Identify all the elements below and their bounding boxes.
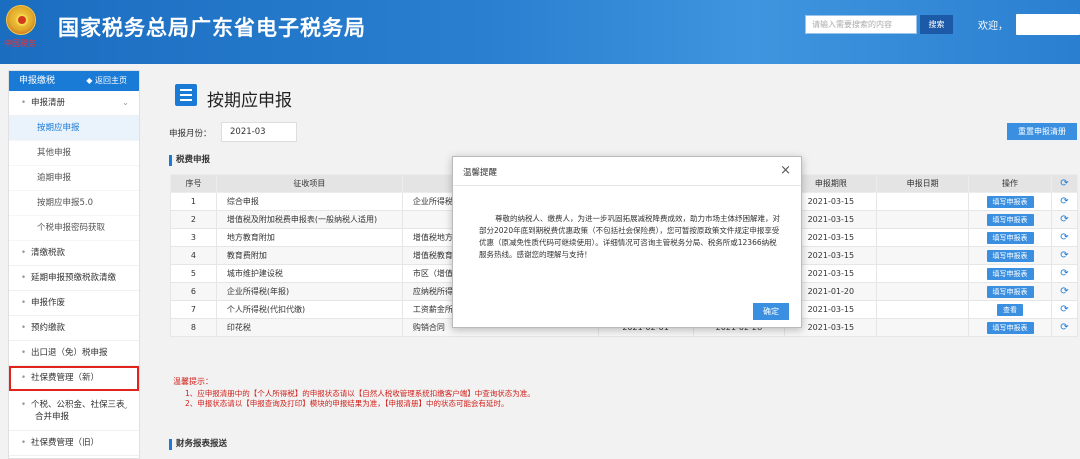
modal-divider — [453, 185, 801, 186]
confirm-button[interactable]: 确定 — [753, 303, 789, 320]
welcome-text: 欢迎， — [978, 21, 1008, 32]
site-title: 国家税务总局广东省电子税务局 — [58, 16, 366, 40]
modal-title: 温馨提醒 — [463, 168, 498, 178]
search-input[interactable]: 请输入需要搜索的内容 — [805, 15, 917, 34]
top-header: 中国税务 国家税务总局广东省电子税务局 请输入需要搜索的内容 搜索 欢迎， — [0, 0, 1080, 64]
search-button[interactable]: 搜索 — [920, 15, 953, 34]
close-icon[interactable]: × — [780, 163, 791, 178]
user-name-mask — [1016, 14, 1080, 35]
logo-motto: 中国税务 — [4, 39, 36, 48]
notice-modal: 温馨提醒 × 尊敬的纳税人、缴费人，为进一步巩固拓展减税降费成效，助力市场主体纾… — [452, 156, 802, 328]
modal-body: 尊敬的纳税人、缴费人，为进一步巩固拓展减税降费成效，助力市场主体纾困解难，对部分… — [479, 214, 780, 259]
tax-emblem-icon — [6, 5, 36, 35]
